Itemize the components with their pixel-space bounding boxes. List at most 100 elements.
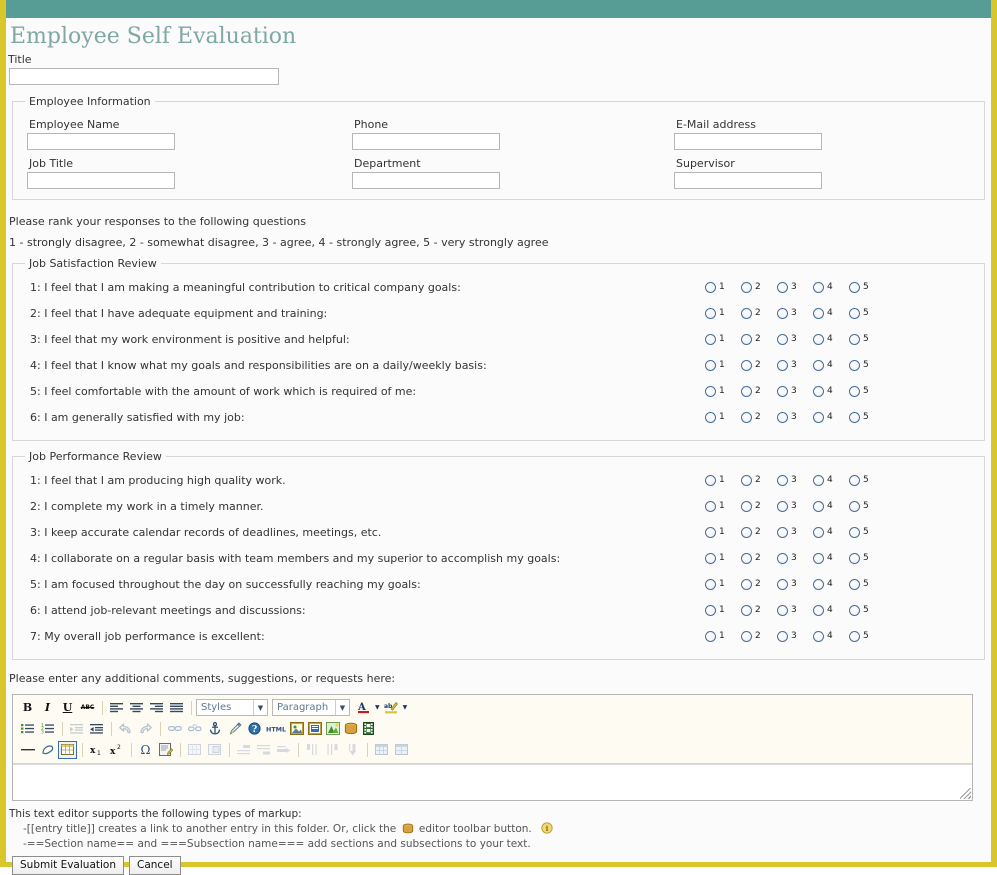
- link-icon[interactable]: [165, 720, 184, 738]
- radio-button-icon[interactable]: [813, 578, 824, 590]
- increase-indent-icon[interactable]: [87, 720, 106, 738]
- rating-option-3[interactable]: 3: [777, 474, 813, 486]
- rating-option-5[interactable]: 5: [849, 307, 885, 319]
- delete-row-icon[interactable]: [274, 741, 293, 759]
- rating-option-3[interactable]: 3: [777, 333, 813, 345]
- radio-button-icon[interactable]: [777, 578, 788, 590]
- radio-button-icon[interactable]: [813, 552, 824, 564]
- rating-option-4[interactable]: 4: [813, 552, 849, 564]
- radio-button-icon[interactable]: [741, 411, 752, 423]
- strikethrough-icon[interactable]: ABC: [78, 699, 97, 717]
- rating-option-4[interactable]: 4: [813, 604, 849, 616]
- radio-button-icon[interactable]: [741, 359, 752, 371]
- rating-option-5[interactable]: 5: [849, 578, 885, 590]
- radio-button-icon[interactable]: [849, 474, 860, 486]
- rating-option-2[interactable]: 2: [741, 307, 777, 319]
- radio-button-icon[interactable]: [777, 411, 788, 423]
- rating-option-5[interactable]: 5: [849, 333, 885, 345]
- radio-button-icon[interactable]: [741, 578, 752, 590]
- rating-option-2[interactable]: 2: [741, 385, 777, 397]
- rating-option-2[interactable]: 2: [741, 604, 777, 616]
- radio-button-icon[interactable]: [777, 385, 788, 397]
- rating-option-4[interactable]: 4: [813, 281, 849, 293]
- rating-option-1[interactable]: 1: [705, 333, 741, 345]
- insert-picture-icon[interactable]: [324, 720, 341, 738]
- insert-table-icon[interactable]: [58, 740, 77, 759]
- insert-media-icon[interactable]: [360, 720, 377, 738]
- source-html-icon[interactable]: HTML: [265, 720, 287, 738]
- radio-button-icon[interactable]: [849, 500, 860, 512]
- radio-button-icon[interactable]: [741, 474, 752, 486]
- rating-option-5[interactable]: 5: [849, 630, 885, 642]
- radio-button-icon[interactable]: [777, 307, 788, 319]
- radio-button-icon[interactable]: [849, 630, 860, 642]
- styles-select[interactable]: Styles ▼: [196, 699, 268, 717]
- radio-button-icon[interactable]: [849, 552, 860, 564]
- unlink-icon[interactable]: [185, 720, 204, 738]
- rating-option-2[interactable]: 2: [741, 526, 777, 538]
- radio-button-icon[interactable]: [813, 281, 824, 293]
- rating-option-3[interactable]: 3: [777, 552, 813, 564]
- rating-option-1[interactable]: 1: [705, 630, 741, 642]
- supervisor-input[interactable]: [674, 172, 822, 190]
- rating-option-3[interactable]: 3: [777, 411, 813, 423]
- rating-option-5[interactable]: 5: [849, 359, 885, 371]
- edit-source-icon[interactable]: [156, 741, 175, 759]
- merge-cells-icon[interactable]: [205, 741, 224, 759]
- delete-table-icon[interactable]: [392, 741, 411, 759]
- rating-option-2[interactable]: 2: [741, 578, 777, 590]
- radio-button-icon[interactable]: [741, 552, 752, 564]
- radio-button-icon[interactable]: [741, 281, 752, 293]
- rating-option-2[interactable]: 2: [741, 411, 777, 423]
- background-color-icon[interactable]: ab: [382, 699, 401, 717]
- rating-option-3[interactable]: 3: [777, 630, 813, 642]
- rating-option-5[interactable]: 5: [849, 604, 885, 616]
- rating-option-4[interactable]: 4: [813, 385, 849, 397]
- radio-button-icon[interactable]: [705, 526, 716, 538]
- internal-link-icon[interactable]: [342, 720, 359, 738]
- remove-format-icon[interactable]: [225, 720, 244, 738]
- radio-button-icon[interactable]: [813, 307, 824, 319]
- rating-option-5[interactable]: 5: [849, 552, 885, 564]
- radio-button-icon[interactable]: [813, 411, 824, 423]
- rating-option-2[interactable]: 2: [741, 630, 777, 642]
- radio-button-icon[interactable]: [777, 333, 788, 345]
- superscript-icon[interactable]: x 2: [107, 741, 126, 759]
- radio-button-icon[interactable]: [777, 630, 788, 642]
- employee-name-input[interactable]: [27, 133, 175, 151]
- bulleted-list-icon[interactable]: [18, 720, 37, 738]
- align-justify-icon[interactable]: [167, 699, 186, 717]
- undo-icon[interactable]: [116, 720, 135, 738]
- rating-option-4[interactable]: 4: [813, 307, 849, 319]
- radio-button-icon[interactable]: [705, 359, 716, 371]
- rating-option-4[interactable]: 4: [813, 359, 849, 371]
- rating-option-1[interactable]: 1: [705, 281, 741, 293]
- radio-button-icon[interactable]: [813, 474, 824, 486]
- insert-file-icon[interactable]: [306, 720, 323, 738]
- rating-option-1[interactable]: 1: [705, 385, 741, 397]
- insert-column-before-icon[interactable]: [303, 741, 322, 759]
- job-title-input[interactable]: [27, 172, 175, 190]
- rating-option-5[interactable]: 5: [849, 281, 885, 293]
- radio-button-icon[interactable]: [741, 333, 752, 345]
- department-input[interactable]: [352, 172, 500, 190]
- radio-button-icon[interactable]: [705, 578, 716, 590]
- cancel-button[interactable]: Cancel: [129, 856, 181, 875]
- special-character-icon[interactable]: Ω: [136, 741, 155, 759]
- radio-button-icon[interactable]: [741, 307, 752, 319]
- decrease-indent-icon[interactable]: [67, 720, 86, 738]
- rating-option-3[interactable]: 3: [777, 500, 813, 512]
- radio-button-icon[interactable]: [777, 281, 788, 293]
- redo-icon[interactable]: [136, 720, 155, 738]
- underline-icon[interactable]: U: [58, 699, 77, 717]
- radio-button-icon[interactable]: [705, 552, 716, 564]
- numbered-list-icon[interactable]: 123: [38, 720, 57, 738]
- rating-option-1[interactable]: 1: [705, 552, 741, 564]
- rating-option-4[interactable]: 4: [813, 474, 849, 486]
- paragraph-format-select[interactable]: Paragraph ▼: [272, 699, 350, 717]
- rating-option-2[interactable]: 2: [741, 359, 777, 371]
- rating-option-1[interactable]: 1: [705, 411, 741, 423]
- radio-button-icon[interactable]: [705, 307, 716, 319]
- radio-button-icon[interactable]: [741, 526, 752, 538]
- eraser-icon[interactable]: [38, 741, 57, 759]
